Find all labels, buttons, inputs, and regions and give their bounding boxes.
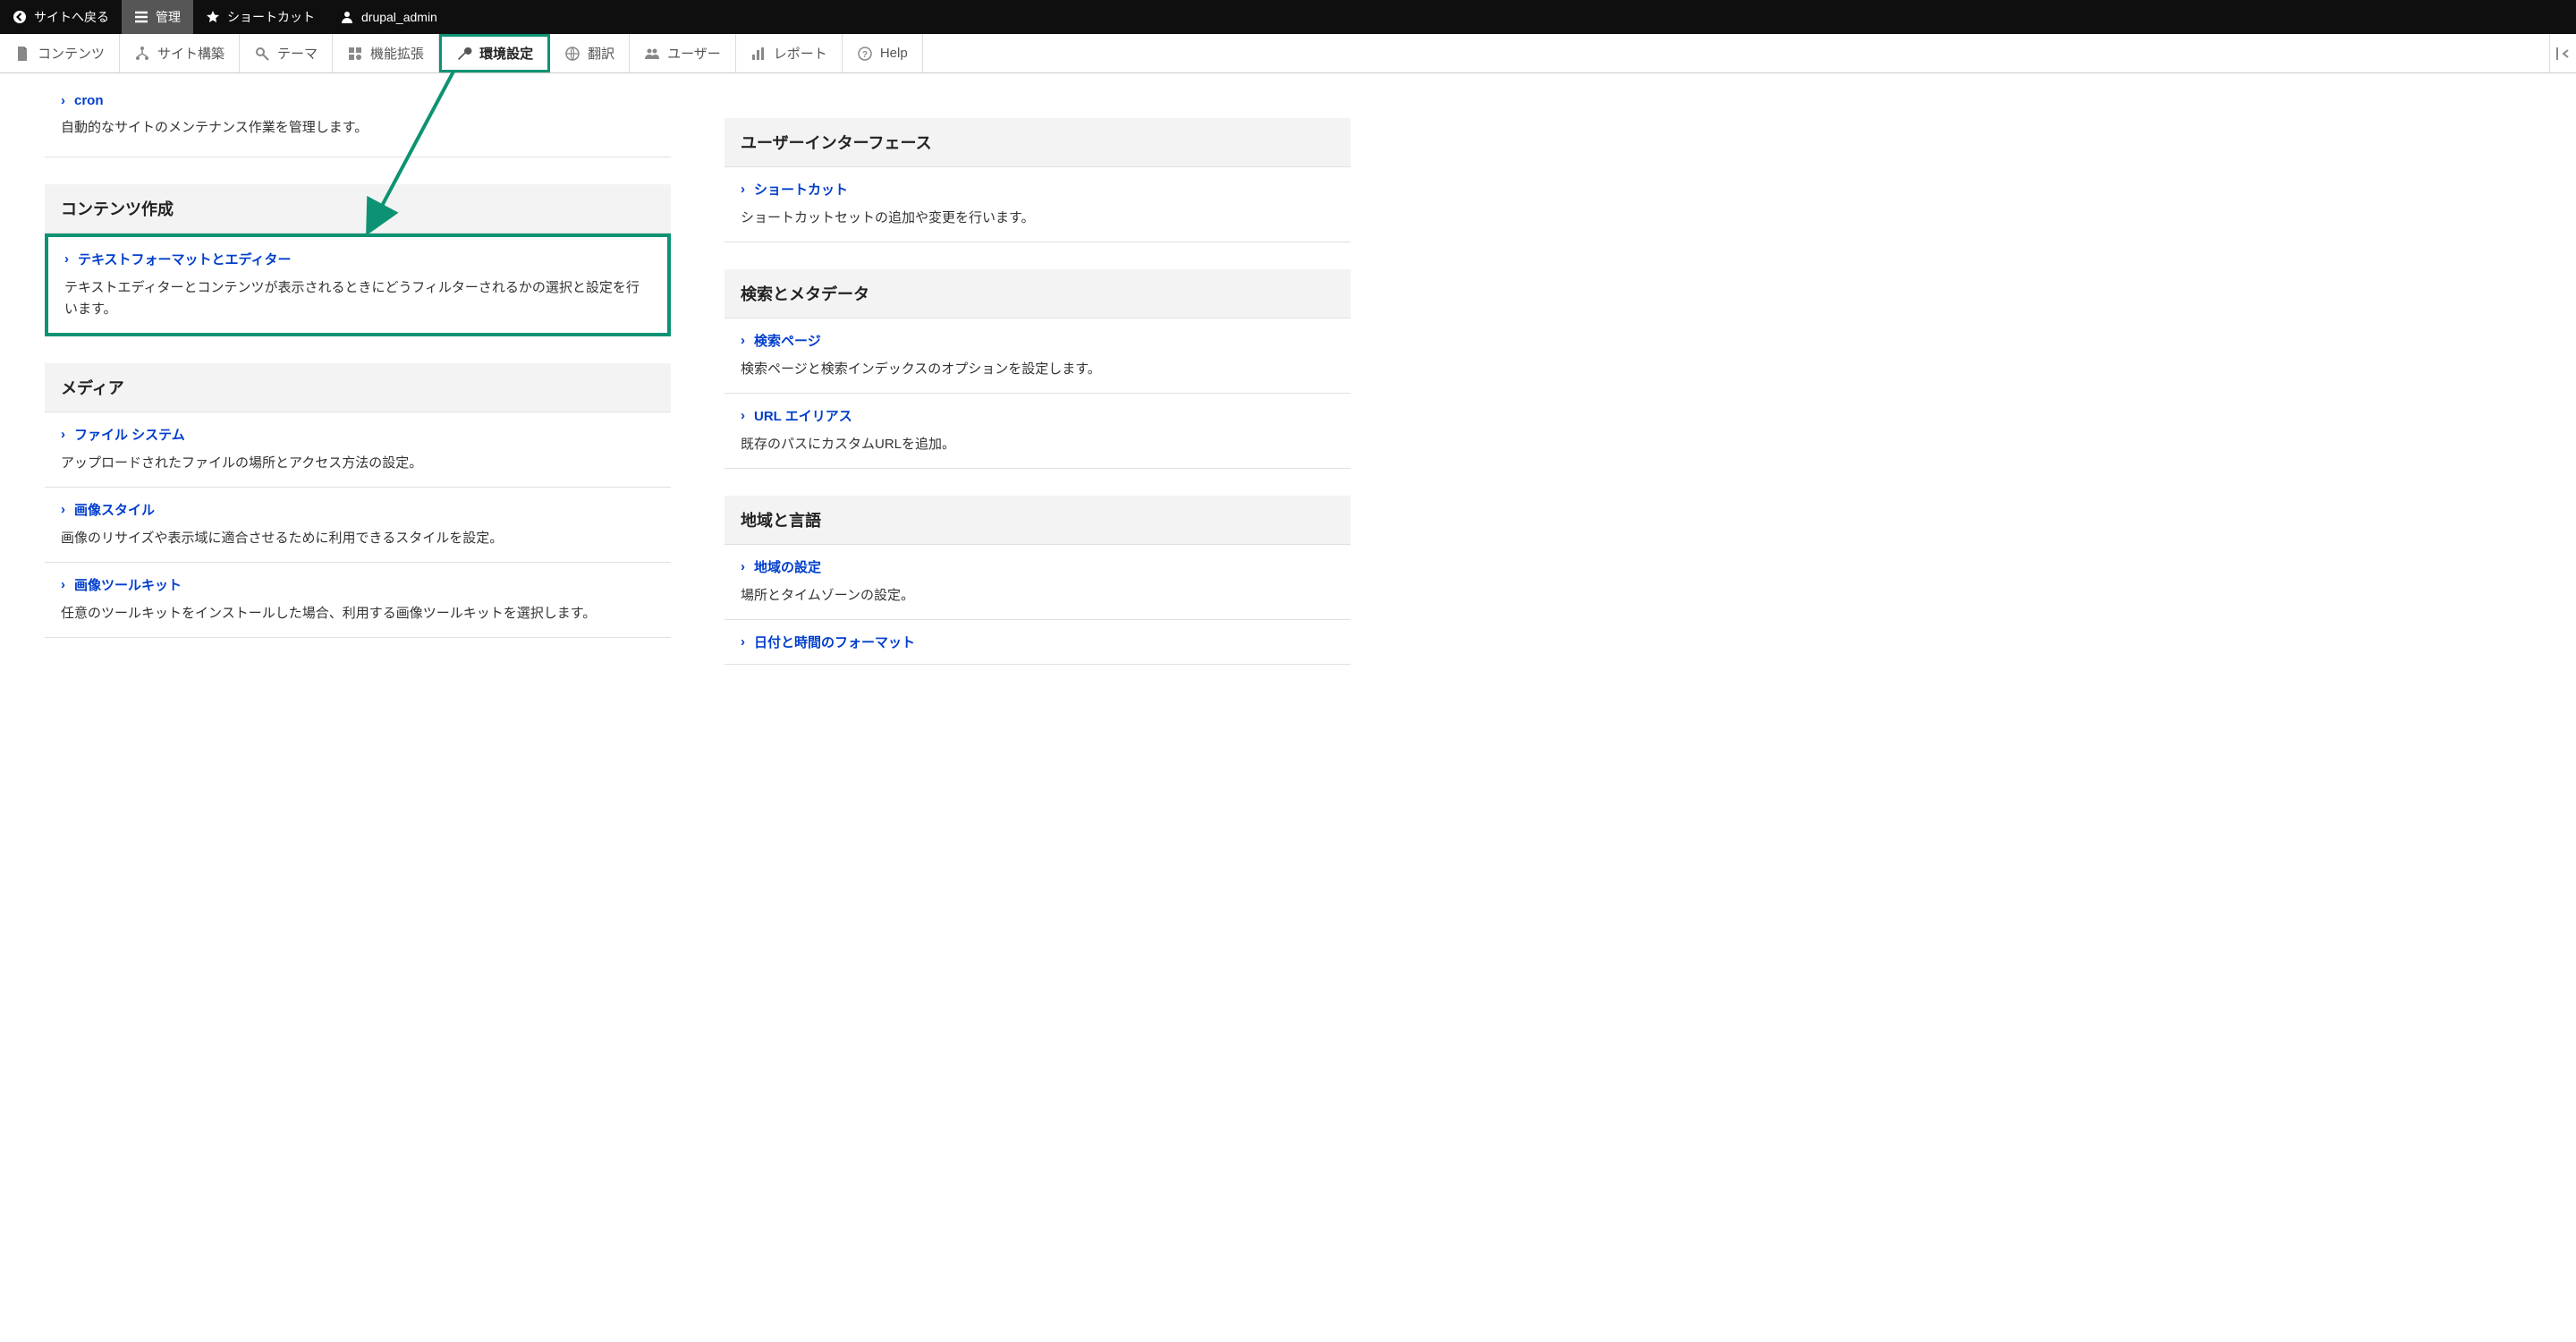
item-text-formats: › テキストフォーマットとエディター テキストエディターとコンテンツが表示される…: [45, 234, 671, 336]
link-cron[interactable]: › cron: [61, 93, 655, 108]
item-datetime: › 日付と時間のフォーマット: [724, 620, 1351, 665]
document-icon: [14, 46, 30, 62]
chevron-right-icon: ›: [741, 182, 745, 197]
menu-extend[interactable]: 機能拡張: [333, 34, 439, 72]
menu-appearance[interactable]: テーマ: [240, 34, 333, 72]
user-menu[interactable]: drupal_admin: [327, 0, 450, 34]
link-toolkit[interactable]: › 画像ツールキット: [61, 575, 655, 594]
item-filesystem: › ファイル システム アップロードされたファイルの場所とアクセス方法の設定。: [45, 412, 671, 488]
collapse-toolbar[interactable]: [2549, 34, 2576, 72]
desc-text-formats: テキストエディターとコンテンツが表示されるときにどうフィルターされるかの選択と設…: [64, 277, 651, 320]
wrench-icon: [456, 46, 472, 62]
section-media: メディア › ファイル システム アップロードされたファイルの場所とアクセス方法…: [45, 363, 671, 638]
user-icon: [340, 10, 354, 24]
globe-icon: [564, 46, 580, 62]
header-media: メディア: [45, 363, 671, 412]
item-shortcuts: › ショートカット ショートカットセットの追加や変更を行います。: [724, 167, 1351, 242]
back-icon: [13, 10, 27, 24]
chart-icon: [750, 46, 767, 62]
menu-structure[interactable]: サイト構築: [120, 34, 240, 72]
item-url-alias: › URL エイリアス 既存のパスにカスタムURLを追加。: [724, 394, 1351, 469]
shortcuts-menu[interactable]: ショートカット: [193, 0, 327, 34]
section-search: 検索とメタデータ › 検索ページ 検索ページと検索インデックスのオプションを設定…: [724, 269, 1351, 469]
link-imagestyles[interactable]: › 画像スタイル: [61, 500, 655, 519]
chevron-right-icon: ›: [61, 427, 65, 442]
link-shortcuts[interactable]: › ショートカット: [741, 180, 1335, 199]
puzzle-icon: [347, 46, 363, 62]
menu-reports[interactable]: レポート: [736, 34, 843, 72]
link-filesystem[interactable]: › ファイル システム: [61, 425, 655, 444]
chevron-right-icon: ›: [61, 93, 65, 108]
menu-content[interactable]: コンテンツ: [0, 34, 120, 72]
chevron-right-icon: ›: [61, 502, 65, 517]
chevron-right-icon: ›: [741, 634, 745, 650]
help-icon: ?: [857, 46, 873, 62]
link-url-alias[interactable]: › URL エイリアス: [741, 406, 1335, 425]
item-cron: › cron 自動的なサイトのメンテナンス作業を管理します。: [45, 84, 671, 157]
item-imagestyles: › 画像スタイル 画像のリサイズや表示域に適合させるために利用できるスタイルを設…: [45, 488, 671, 563]
right-column: ユーザーインターフェース › ショートカット ショートカットセットの追加や変更を…: [724, 73, 1351, 665]
structure-icon: [134, 46, 150, 62]
header-regional: 地域と言語: [724, 496, 1351, 545]
chevron-right-icon: ›: [741, 333, 745, 348]
chevron-right-icon: ›: [61, 577, 65, 592]
user-label: drupal_admin: [361, 10, 437, 24]
menu-help[interactable]: ? Help: [843, 34, 923, 72]
admin-menu: コンテンツ サイト構築 テーマ 機能拡張 環境設定 翻訳 ユーザー レポート ?…: [0, 34, 2576, 73]
desc-cron: 自動的なサイトのメンテナンス作業を管理します。: [61, 117, 655, 139]
header-authoring: コンテンツ作成: [45, 184, 671, 234]
section-regional: 地域と言語 › 地域の設定 場所とタイムゾーンの設定。 › 日付と時間のフォーマ…: [724, 496, 1351, 665]
manage-toggle[interactable]: 管理: [122, 0, 193, 34]
link-text-formats[interactable]: › テキストフォーマットとエディター: [64, 250, 651, 268]
menu-config[interactable]: 環境設定: [439, 34, 550, 72]
menu-translate[interactable]: 翻訳: [550, 34, 630, 72]
chevron-right-icon: ›: [64, 251, 69, 267]
manage-label: 管理: [156, 8, 181, 26]
left-column: › cron 自動的なサイトのメンテナンス作業を管理します。 コンテンツ作成 ›…: [45, 73, 671, 665]
menu-people[interactable]: ユーザー: [630, 34, 736, 72]
brush-icon: [254, 46, 270, 62]
section-authoring: コンテンツ作成 › テキストフォーマットとエディター テキストエディターとコンテ…: [45, 184, 671, 336]
header-search: 検索とメタデータ: [724, 269, 1351, 319]
header-ui: ユーザーインターフェース: [724, 118, 1351, 167]
chevron-right-icon: ›: [741, 408, 745, 423]
item-search-pages: › 検索ページ 検索ページと検索インデックスのオプションを設定します。: [724, 319, 1351, 394]
chevron-right-icon: ›: [741, 559, 745, 574]
shortcuts-label: ショートカット: [227, 8, 315, 26]
section-ui: ユーザーインターフェース › ショートカット ショートカットセットの追加や変更を…: [724, 118, 1351, 242]
link-datetime[interactable]: › 日付と時間のフォーマット: [741, 633, 1335, 651]
item-toolkit: › 画像ツールキット 任意のツールキットをインストールした場合、利用する画像ツー…: [45, 563, 671, 638]
link-regional-settings[interactable]: › 地域の設定: [741, 557, 1335, 576]
item-regional-settings: › 地域の設定 場所とタイムゾーンの設定。: [724, 545, 1351, 620]
collapse-icon: [2555, 46, 2572, 62]
star-icon: [206, 10, 220, 24]
svg-text:?: ?: [862, 50, 868, 60]
people-icon: [644, 46, 660, 62]
back-label: サイトへ戻る: [34, 8, 109, 26]
hamburger-icon: [134, 10, 148, 24]
link-search-pages[interactable]: › 検索ページ: [741, 331, 1335, 350]
top-toolbar: サイトへ戻る 管理 ショートカット drupal_admin: [0, 0, 2576, 34]
back-to-site[interactable]: サイトへ戻る: [0, 0, 122, 34]
